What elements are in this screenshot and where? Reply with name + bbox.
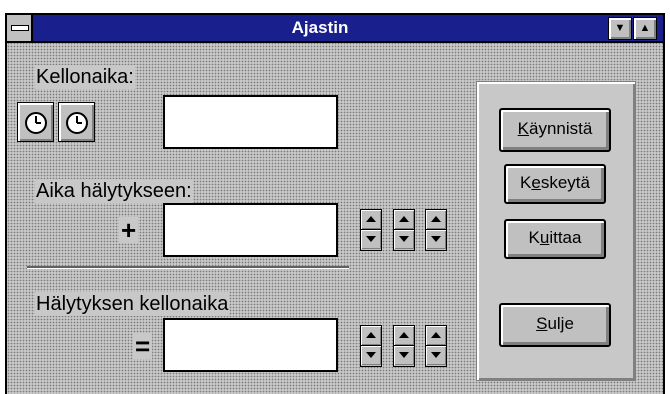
spinner-seconds[interactable] bbox=[425, 325, 447, 367]
spinner-down-button[interactable] bbox=[394, 230, 414, 249]
spinner-up-button[interactable] bbox=[394, 210, 414, 230]
arrow-down-icon bbox=[431, 236, 441, 242]
minimize-icon: ▼ bbox=[614, 22, 626, 34]
spinner-up-button[interactable] bbox=[426, 210, 446, 230]
kuittaa-button[interactable]: Kuittaa bbox=[504, 219, 606, 259]
spinner-minutes[interactable] bbox=[393, 325, 415, 367]
arrow-down-icon bbox=[431, 352, 441, 358]
arrow-down-icon bbox=[366, 236, 376, 242]
spinner-up-button[interactable] bbox=[361, 210, 381, 230]
aika-halytykseen-field[interactable] bbox=[163, 203, 338, 257]
arrow-down-icon bbox=[399, 352, 409, 358]
spinner-up-button[interactable] bbox=[426, 326, 446, 346]
spinner-down-button[interactable] bbox=[361, 346, 381, 365]
spinner-up-button[interactable] bbox=[361, 326, 381, 346]
system-menu-button[interactable] bbox=[7, 15, 33, 41]
arrow-up-icon bbox=[399, 216, 409, 222]
arrow-down-icon bbox=[366, 352, 376, 358]
kellonaika-field[interactable] bbox=[163, 95, 338, 149]
arrow-up-icon bbox=[431, 332, 441, 338]
spinner-down-button[interactable] bbox=[394, 346, 414, 365]
ajastin-window: Ajastin ▼ ▲ Kellonaika: Aika hälytykseen… bbox=[5, 13, 665, 394]
window-title: Ajastin bbox=[291, 18, 349, 37]
arrow-up-icon bbox=[366, 332, 376, 338]
spinner-down-button[interactable] bbox=[361, 230, 381, 249]
clock-icon bbox=[25, 112, 47, 134]
kaynnista-label: Käynnistä bbox=[517, 119, 593, 138]
maximize-button[interactable]: ▲ bbox=[633, 17, 657, 40]
kellonaika-label: Kellonaika: bbox=[35, 65, 135, 89]
clock-button-1[interactable] bbox=[17, 102, 54, 142]
sulje-button[interactable]: Sulje bbox=[499, 303, 611, 347]
sulje-label: Sulje bbox=[536, 314, 574, 333]
clock-icon bbox=[66, 112, 88, 134]
spinner-down-button[interactable] bbox=[426, 230, 446, 249]
clock-button-2[interactable] bbox=[58, 102, 95, 142]
kuittaa-label: Kuittaa bbox=[528, 228, 582, 247]
keskeyta-label: Keskeytä bbox=[520, 173, 590, 192]
kaynnista-button[interactable]: Käynnistä bbox=[499, 108, 611, 152]
spinner-hours[interactable] bbox=[360, 209, 382, 251]
system-menu-icon bbox=[11, 25, 29, 31]
title-bar[interactable]: Ajastin ▼ ▲ bbox=[7, 15, 663, 43]
spinner-hours[interactable] bbox=[360, 325, 382, 367]
spinner-minutes[interactable] bbox=[393, 209, 415, 251]
halytyksen-kellonaika-field[interactable] bbox=[163, 318, 338, 372]
spinner-up-button[interactable] bbox=[394, 326, 414, 346]
minimize-button[interactable]: ▼ bbox=[608, 17, 632, 40]
spinner-down-button[interactable] bbox=[426, 346, 446, 365]
aika-halytykseen-label: Aika hälytykseen: bbox=[35, 179, 193, 203]
arrow-up-icon bbox=[431, 216, 441, 222]
spinner-seconds[interactable] bbox=[425, 209, 447, 251]
maximize-icon: ▲ bbox=[639, 22, 651, 34]
button-panel: Käynnistä Keskeytä Kuittaa Sulje bbox=[476, 81, 636, 381]
section-divider bbox=[27, 266, 349, 269]
keskeyta-button[interactable]: Keskeytä bbox=[504, 164, 606, 204]
arrow-up-icon bbox=[399, 332, 409, 338]
arrow-up-icon bbox=[366, 216, 376, 222]
plus-sign: + bbox=[119, 215, 139, 245]
arrow-down-icon bbox=[399, 236, 409, 242]
equals-sign: = bbox=[133, 331, 153, 361]
halytyksen-kellonaika-label: Hälytyksen kellonaika bbox=[35, 292, 230, 316]
